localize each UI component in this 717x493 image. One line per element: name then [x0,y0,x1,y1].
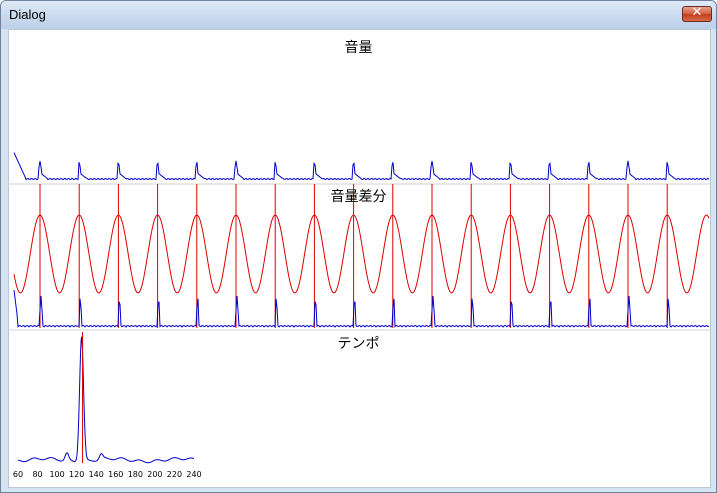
tempo-tick-label: 140 [89,470,104,479]
close-button[interactable]: ✕ [682,5,712,22]
tempo-tick-label: 80 [32,470,42,479]
close-icon: ✕ [691,5,703,20]
window-title: Dialog [9,7,46,22]
tempo-tick-label: 200 [147,470,162,479]
tempo-panel-title: テンポ [337,336,380,352]
tempo-tick-label: 220 [167,470,182,479]
tempo-tick-label: 60 [13,470,23,479]
volume-series-line [13,152,710,181]
tempo-tick-label: 160 [108,470,123,479]
tempo-tick-label: 120 [69,470,84,479]
tempo-tick-label: 180 [128,470,143,479]
volume-panel-title: 音量 [344,40,373,56]
diff-panel-title: 音量差分 [330,189,387,205]
tempo-series-line [18,336,195,464]
tempo-tick-label: 100 [49,470,64,479]
title-bar[interactable]: Dialog ✕ [1,1,716,29]
tempo-tick-label: 240 [186,470,201,479]
waveform-plots: 60 80 100 120 140 160 180 200 220 240 [7,152,710,479]
